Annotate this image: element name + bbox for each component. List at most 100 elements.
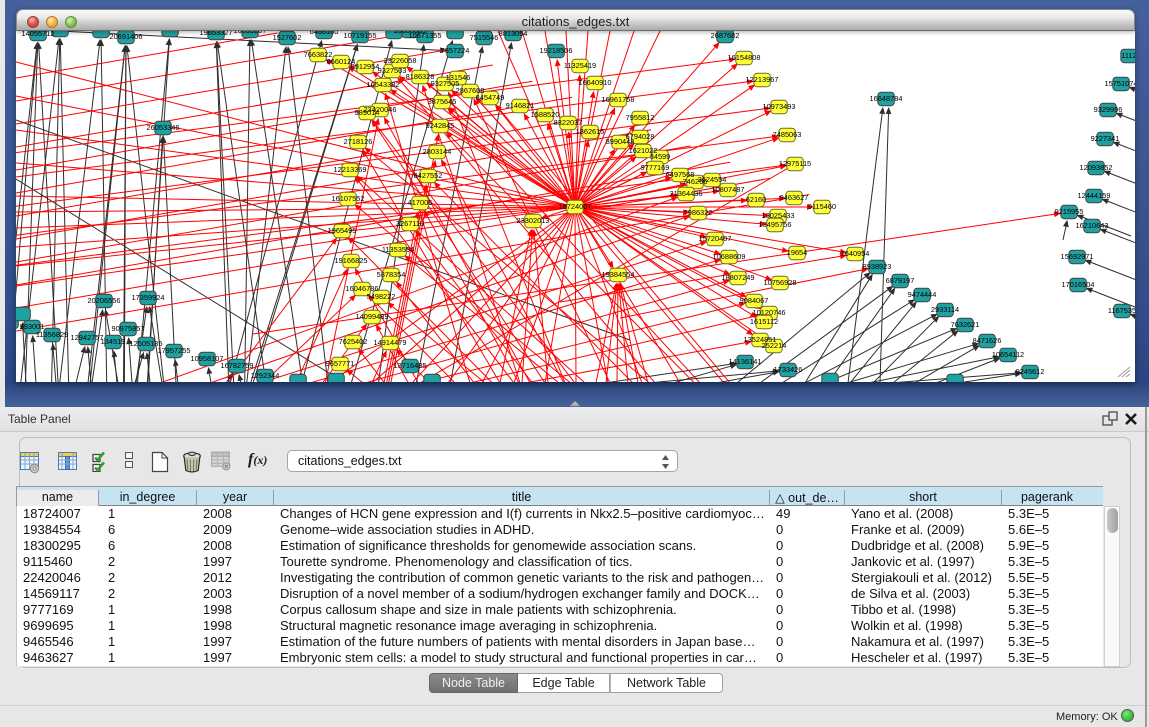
svg-text:16543382: 16543382 (367, 80, 400, 89)
svg-text:10654112: 10654112 (992, 350, 1024, 359)
svg-text:9474444: 9474444 (908, 290, 937, 299)
svg-text:12942757: 12942757 (71, 333, 104, 342)
svg-text:8427552: 8427552 (414, 171, 443, 180)
svg-text:15720407: 15720407 (699, 234, 732, 243)
svg-text:23302013: 23302013 (517, 216, 550, 225)
svg-text:1615112: 1615112 (750, 317, 778, 326)
svg-text:11353594: 11353594 (382, 245, 414, 254)
svg-text:9227341: 9227341 (1091, 134, 1120, 143)
svg-text:10807487: 10807487 (712, 185, 745, 194)
svg-text:5498222: 5498222 (367, 292, 396, 301)
svg-text:10025433: 10025433 (762, 211, 795, 220)
svg-text:9327503: 9327503 (378, 66, 407, 75)
svg-text:3624554: 3624554 (698, 175, 727, 184)
svg-text:10653267: 10653267 (234, 31, 267, 35)
svg-text:9329996: 9329996 (1094, 105, 1123, 114)
svg-text:9245612: 9245612 (1016, 367, 1045, 376)
svg-text:10688609: 10688609 (713, 252, 746, 261)
svg-text:6794028: 6794028 (626, 132, 655, 141)
svg-text:62160: 62160 (746, 195, 767, 204)
svg-text:1733426: 1733426 (774, 365, 803, 374)
svg-text:16648784: 16648784 (870, 94, 903, 103)
svg-text:8912954: 8912954 (351, 62, 380, 71)
svg-text:90975857: 90975857 (112, 324, 145, 333)
svg-text:417006: 417006 (408, 198, 433, 207)
svg-text:989014: 989014 (355, 108, 380, 117)
svg-text:16210643: 16210643 (1076, 221, 1109, 230)
svg-text:19218506: 19218506 (540, 46, 573, 55)
svg-text:1527602: 1527602 (273, 33, 302, 42)
svg-text:10958107: 10958107 (191, 354, 224, 363)
svg-text:131546: 131546 (446, 73, 471, 82)
svg-text:13716485: 13716485 (394, 361, 427, 370)
svg-text:16154808: 16154808 (728, 53, 761, 62)
svg-text:2933114: 2933114 (931, 305, 959, 314)
svg-text:7632621: 7632621 (951, 320, 980, 329)
svg-text:1112: 1112 (1121, 51, 1135, 60)
svg-text:7515546: 7515546 (470, 33, 499, 42)
svg-text:17957255: 17957255 (158, 346, 191, 355)
svg-text:7485063: 7485063 (773, 130, 802, 139)
svg-text:9084067: 9084067 (740, 296, 769, 305)
svg-text:3875645: 3875645 (428, 97, 457, 106)
svg-text:11356829: 11356829 (36, 330, 68, 339)
svg-text:12975115: 12975115 (779, 159, 811, 168)
svg-text:2687682: 2687682 (711, 31, 740, 40)
svg-text:17359924: 17359924 (132, 293, 165, 302)
svg-text:10973493: 10973493 (763, 102, 796, 111)
svg-text:14055712: 14055712 (22, 31, 55, 38)
svg-text:12213369: 12213369 (334, 165, 367, 174)
svg-text:10719155: 10719155 (344, 31, 377, 40)
svg-text:9463627: 9463627 (780, 193, 809, 202)
svg-text:2718126: 2718126 (344, 137, 373, 146)
svg-text:12444159: 12444159 (1078, 191, 1111, 200)
svg-text:8322037: 8322037 (554, 118, 583, 127)
svg-text:7625402: 7625402 (339, 337, 368, 346)
svg-text:11325419: 11325419 (564, 61, 596, 70)
svg-text:20206556: 20206556 (88, 296, 121, 305)
svg-text:16107552: 16107552 (332, 194, 365, 203)
svg-text:16782759: 16782759 (221, 361, 254, 370)
svg-text:17016504: 17016504 (1062, 280, 1095, 289)
svg-text:10120746: 10120746 (753, 308, 786, 317)
svg-text:15692971: 15692971 (1061, 252, 1094, 261)
svg-text:9242845: 9242845 (426, 121, 455, 130)
svg-text:12213967: 12213967 (746, 75, 779, 84)
svg-text:1362615: 1362615 (576, 127, 605, 136)
svg-text:7986322: 7986322 (684, 208, 713, 217)
svg-text:3267110: 3267110 (396, 219, 424, 228)
svg-text:9657771: 9657771 (326, 359, 355, 368)
svg-text:9146821: 9146821 (506, 101, 535, 110)
svg-text:1292344: 1292344 (251, 371, 280, 380)
svg-text:134519: 134519 (101, 337, 126, 346)
svg-text:15751074: 15751074 (1105, 79, 1135, 88)
svg-text:34599: 34599 (650, 152, 671, 161)
svg-text:18807249: 18807249 (722, 273, 755, 282)
svg-text:8471626: 8471626 (973, 336, 1002, 345)
svg-text:7955812: 7955812 (626, 113, 655, 122)
svg-text:12093852: 12093852 (1080, 163, 1113, 172)
svg-text:9115460: 9115460 (808, 202, 836, 211)
svg-text:8813054: 8813054 (499, 31, 528, 38)
svg-text:8454749: 8454749 (476, 93, 505, 102)
svg-text:5878354: 5878354 (377, 270, 406, 279)
svg-text:23226058: 23226058 (384, 56, 417, 65)
svg-text:6466160: 6466160 (310, 31, 339, 36)
svg-text:1965495: 1965495 (328, 226, 357, 235)
svg-text:14136141: 14136141 (729, 357, 762, 366)
svg-text:14099489: 14099489 (356, 312, 389, 321)
svg-text:6879197: 6879197 (886, 276, 915, 285)
svg-text:16033809: 16033809 (394, 31, 427, 35)
svg-text:19166825: 19166825 (335, 256, 368, 265)
svg-text:1167535: 1167535 (1108, 306, 1135, 315)
svg-text:18724007: 18724007 (559, 202, 592, 211)
svg-text:2803144: 2803144 (423, 147, 452, 156)
svg-text:7857224: 7857224 (441, 46, 470, 55)
svg-text:19654: 19654 (787, 248, 808, 257)
svg-text:9215955: 9215955 (1055, 207, 1084, 216)
svg-text:13495756: 13495756 (759, 220, 792, 229)
svg-text:1640954: 1640954 (841, 249, 870, 258)
svg-text:21364436: 21364436 (670, 189, 703, 198)
svg-text:14914479: 14914479 (374, 338, 407, 347)
svg-text:8938923: 8938923 (863, 262, 892, 271)
